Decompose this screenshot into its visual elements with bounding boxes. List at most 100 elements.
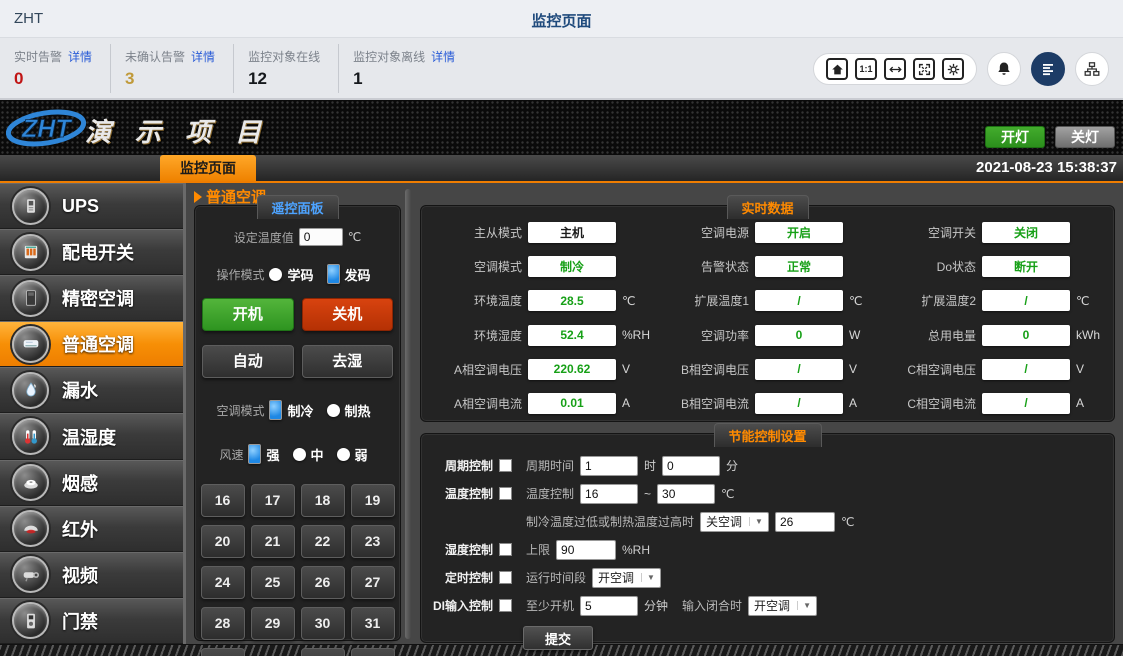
- radio-heating[interactable]: [327, 404, 340, 417]
- temp-button-32[interactable]: 32: [201, 648, 245, 656]
- offline-detail-link[interactable]: 详情: [431, 50, 455, 64]
- light-off-button[interactable]: 关灯: [1055, 126, 1115, 148]
- vertical-divider: [405, 189, 411, 639]
- radio-fan-high-label[interactable]: 强: [266, 445, 279, 464]
- sidebar-item-smoke[interactable]: 烟感: [0, 460, 183, 506]
- radio-learn-code-label[interactable]: 学码: [287, 265, 313, 284]
- bell-icon[interactable]: [987, 52, 1021, 86]
- page-title: 监控页面: [0, 10, 1123, 31]
- temp-button-18[interactable]: 18: [301, 484, 345, 517]
- submit-button[interactable]: 提交: [523, 626, 593, 650]
- field-env-temp: 环境温度28.5℃: [427, 290, 654, 311]
- radio-heating-label[interactable]: 制热: [345, 401, 371, 420]
- power-on-button[interactable]: 开机: [202, 298, 294, 331]
- field-value: /: [982, 359, 1070, 380]
- radio-fan-low[interactable]: [337, 448, 350, 461]
- radio-cooling-label[interactable]: 制冷: [287, 401, 313, 420]
- topology-icon[interactable]: [1075, 52, 1109, 86]
- field-value: /: [982, 290, 1070, 311]
- field-value: 主机: [528, 222, 616, 243]
- temp-control-checkbox[interactable]: [499, 487, 512, 500]
- realtime-column-3: 空调开关关闭 Do状态断开 扩展温度2/℃ 总用电量0kWh C相空调电压/V …: [881, 222, 1108, 414]
- temp-button-19[interactable]: 19: [351, 484, 395, 517]
- sidebar-item-ups[interactable]: UPS: [0, 183, 183, 229]
- realtime-alarm-detail-link[interactable]: 详情: [68, 50, 92, 64]
- radio-fan-low-label[interactable]: 弱: [355, 445, 368, 464]
- temp-button-28[interactable]: 28: [201, 607, 245, 640]
- temp-control-label: 温度控制: [429, 485, 493, 502]
- dehumidify-button[interactable]: 去湿: [302, 345, 394, 378]
- power-buttons: 开机 关机: [202, 298, 393, 331]
- realtime-column-1: 主从模式主机 空调模式制冷 环境温度28.5℃ 环境湿度52.4%RH A相空调…: [427, 222, 654, 414]
- radio-send-code[interactable]: [327, 264, 340, 284]
- tab-monitor-page[interactable]: 监控页面: [160, 155, 256, 181]
- temp-button-23[interactable]: 23: [351, 525, 395, 558]
- temp-low-input[interactable]: [580, 484, 638, 504]
- set-temp-input[interactable]: [299, 228, 343, 246]
- device-sidebar: UPS 配电开关 精密空调 普通空调 漏水 温湿度: [0, 183, 186, 644]
- field-value: 制冷: [528, 256, 616, 277]
- unconfirmed-alarm-detail-link[interactable]: 详情: [191, 50, 215, 64]
- sidebar-item-door-access[interactable]: 门禁: [0, 598, 183, 644]
- protect-action-select[interactable]: 关空调▼: [700, 512, 769, 532]
- power-off-button[interactable]: 关机: [302, 298, 394, 331]
- timer-action-select[interactable]: 开空调▼: [592, 568, 661, 588]
- sidebar-item-power-switch[interactable]: 配电开关: [0, 229, 183, 275]
- temp-minus-button[interactable]: -: [351, 648, 395, 656]
- cycle-hour-input[interactable]: [580, 456, 638, 476]
- temp-button-29[interactable]: 29: [251, 607, 295, 640]
- temp-button-25[interactable]: 25: [251, 566, 295, 599]
- field-value: 0: [982, 325, 1070, 346]
- auto-button[interactable]: 自动: [202, 345, 294, 378]
- humidity-upper-input[interactable]: [556, 540, 616, 560]
- sidebar-item-water-leak[interactable]: 漏水: [0, 367, 183, 413]
- di-close-action-select[interactable]: 开空调▼: [748, 596, 817, 616]
- temp-button-16[interactable]: 16: [201, 484, 245, 517]
- temp-plus-button[interactable]: +: [301, 648, 345, 656]
- temp-button-20[interactable]: 20: [201, 525, 245, 558]
- radio-fan-mid[interactable]: [293, 448, 306, 461]
- temp-button-21[interactable]: 21: [251, 525, 295, 558]
- radio-send-code-label[interactable]: 发码: [345, 265, 371, 284]
- radio-fan-high[interactable]: [248, 444, 261, 464]
- sidebar-item-normal-ac[interactable]: 普通空调: [0, 321, 183, 367]
- cycle-minute-input[interactable]: [662, 456, 720, 476]
- zht-logo: ZHT: [6, 104, 88, 152]
- settings-gear-icon[interactable]: [942, 58, 964, 80]
- sidebar-item-video[interactable]: 视频: [0, 552, 183, 598]
- stat-realtime-alarm: 实时告警详情 0: [0, 44, 111, 93]
- mode-buttons: 自动 去湿: [202, 345, 393, 378]
- sidebar-item-infrared[interactable]: 红外: [0, 506, 183, 552]
- cycle-control-checkbox[interactable]: [499, 459, 512, 472]
- home-icon[interactable]: [826, 58, 848, 80]
- temp-high-input[interactable]: [657, 484, 715, 504]
- protect-temp-input[interactable]: [775, 512, 835, 532]
- fit-width-icon[interactable]: [884, 58, 906, 80]
- set-temp-row: 设定温度值 ℃: [195, 228, 400, 246]
- radio-fan-mid-label[interactable]: 中: [311, 445, 324, 464]
- temp-button-31[interactable]: 31: [351, 607, 395, 640]
- light-on-button[interactable]: 开灯: [985, 126, 1045, 148]
- celsius-unit: ℃: [841, 515, 854, 529]
- temp-button-26[interactable]: 26: [301, 566, 345, 599]
- di-control-checkbox[interactable]: [499, 599, 512, 612]
- temp-button-17[interactable]: 17: [251, 484, 295, 517]
- temp-button-22[interactable]: 22: [301, 525, 345, 558]
- temp-button-30[interactable]: 30: [301, 607, 345, 640]
- temp-button-27[interactable]: 27: [351, 566, 395, 599]
- smoke-detector-icon: [12, 464, 49, 501]
- sidebar-item-precision-ac[interactable]: 精密空调: [0, 275, 183, 321]
- radio-cooling[interactable]: [269, 400, 282, 420]
- timer-control-checkbox[interactable]: [499, 571, 512, 584]
- radio-learn-code[interactable]: [269, 268, 282, 281]
- di-min-on-input[interactable]: [580, 596, 638, 616]
- field-value: 正常: [755, 256, 843, 277]
- humidity-control-checkbox[interactable]: [499, 543, 512, 556]
- op-mode-row: 操作模式 学码 发码: [195, 264, 400, 284]
- fullscreen-icon[interactable]: [913, 58, 935, 80]
- remote-panel-tab: 遥控面板: [256, 195, 338, 219]
- temp-button-24[interactable]: 24: [201, 566, 245, 599]
- sidebar-item-temp-humidity[interactable]: 温湿度: [0, 413, 183, 459]
- one-to-one-icon[interactable]: 1:1: [855, 58, 877, 80]
- alarm-list-icon[interactable]: [1031, 52, 1065, 86]
